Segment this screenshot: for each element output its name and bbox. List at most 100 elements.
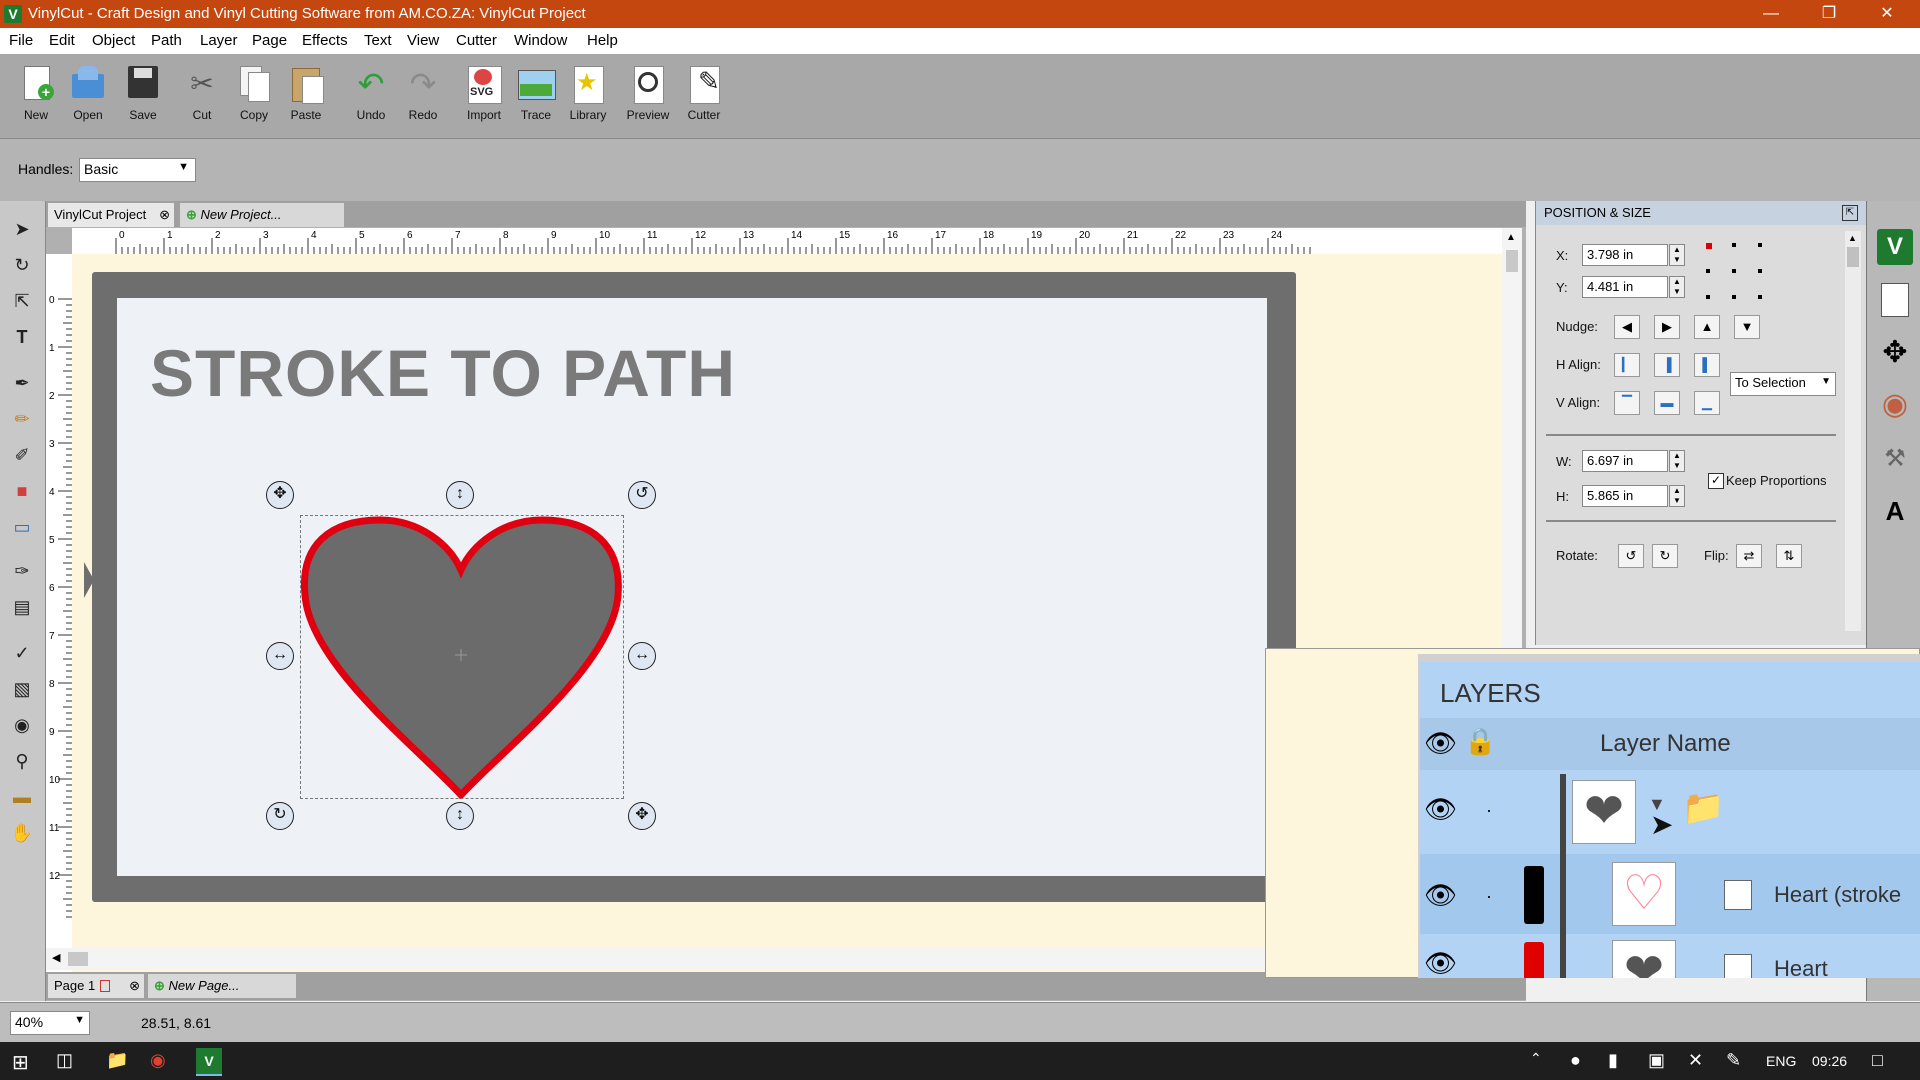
hand-pan-icon[interactable]: ✋ [8, 819, 36, 847]
eraser-icon[interactable]: ■ [8, 477, 36, 505]
copy-button[interactable]: Copy [228, 62, 280, 134]
menu-edit[interactable]: Edit [49, 32, 75, 49]
align-top-icon[interactable]: ▔ [1614, 391, 1640, 415]
close-tab-icon[interactable]: ⊗ [159, 203, 170, 227]
nudge-left-icon[interactable]: ◀ [1614, 315, 1640, 339]
y-field[interactable]: 4.481 in [1582, 276, 1668, 298]
layer-row[interactable]: 👁 · ❤ ▼ 📁 ➤ [1420, 774, 1920, 854]
nudge-up-icon[interactable]: ▲ [1694, 315, 1720, 339]
align-target-dropdown[interactable]: To Selection ▼ [1730, 372, 1836, 396]
panel-undock-icon[interactable]: ⇱ [1842, 205, 1858, 221]
nudge-down-icon[interactable]: ▼ [1734, 315, 1760, 339]
panel-scrollbar[interactable]: ▲ [1845, 231, 1861, 631]
move-transform-icon[interactable]: ✥ [1877, 335, 1913, 371]
undo-button[interactable]: ↶ Undo [345, 62, 397, 134]
menu-help[interactable]: Help [587, 32, 618, 49]
menu-effects[interactable]: Effects [302, 32, 348, 49]
node-edit-icon[interactable]: ⇱ [8, 287, 36, 315]
cutter-button[interactable]: ✎ Cutter [678, 62, 730, 134]
scroll-thumb[interactable] [68, 952, 88, 966]
scroll-left-icon[interactable]: ◀ [52, 951, 60, 964]
scale-vertical-handle-icon[interactable]: ↕ [446, 481, 474, 509]
move-handle-icon[interactable]: ✥ [266, 481, 294, 509]
volume-muted-icon[interactable]: ✕ [1688, 1050, 1703, 1071]
minimize-button[interactable]: — [1742, 0, 1800, 28]
menu-text[interactable]: Text [364, 32, 392, 49]
flip-horizontal-icon[interactable]: ⇄ [1736, 544, 1762, 568]
eye-icon[interactable]: 👁 [1424, 948, 1457, 978]
height-field[interactable]: 5.865 in [1582, 485, 1668, 507]
vinylcut-panel-icon[interactable]: V [1877, 229, 1913, 265]
align-right-icon[interactable]: ▌ [1694, 353, 1720, 377]
nudge-right-icon[interactable]: ▶ [1654, 315, 1680, 339]
chrome-icon[interactable]: ◉ [150, 1050, 166, 1071]
notifications-icon[interactable]: □ [1872, 1050, 1883, 1071]
lock-icon[interactable]: 🔒 [1464, 726, 1496, 757]
close-button[interactable]: ✕ [1858, 0, 1916, 28]
file-explorer-icon[interactable]: 📁 [106, 1050, 128, 1071]
windows-start-icon[interactable]: ⊞ [12, 1050, 29, 1075]
cut-button[interactable]: ✂ Cut [176, 62, 228, 134]
connector-icon[interactable]: ▧ [8, 675, 36, 703]
y-spinner[interactable]: ▲ ▼ [1669, 276, 1685, 298]
menu-object[interactable]: Object [92, 32, 135, 49]
eyedropper-icon[interactable]: ✑ [8, 557, 36, 585]
menu-layer[interactable]: Layer [200, 32, 238, 49]
open-button[interactable]: Open [62, 62, 114, 134]
task-view-icon[interactable]: ◫ [56, 1050, 73, 1071]
library-button[interactable]: ★ Library [562, 62, 614, 134]
tray-chevron-icon[interactable]: ⌃ [1530, 1050, 1542, 1067]
align-bottom-icon[interactable]: ▁ [1694, 391, 1720, 415]
lasso-icon[interactable]: ↻ [8, 251, 36, 279]
preview-button[interactable]: Preview [622, 62, 674, 134]
paste-button[interactable]: Paste [280, 62, 332, 134]
eye-icon[interactable]: 👁 [1424, 794, 1457, 825]
text-tool-icon[interactable]: T [8, 323, 36, 351]
restore-button[interactable]: ❐ [1800, 0, 1858, 28]
scroll-up-icon[interactable]: ▲ [1848, 233, 1857, 243]
redo-button[interactable]: ↷ Redo [397, 62, 449, 134]
menu-view[interactable]: View [407, 32, 439, 49]
canvas-heading-text[interactable]: STROKE TO PATH [150, 335, 736, 411]
scale-horizontal-handle-icon[interactable]: ↔ [628, 642, 656, 670]
layer-color-swatch[interactable] [1524, 866, 1544, 924]
trace-button[interactable]: Trace [510, 62, 562, 134]
menu-page[interactable]: Page [252, 32, 287, 49]
menu-file[interactable]: File [9, 32, 33, 49]
close-page-icon[interactable]: ⊗ [129, 974, 140, 998]
x-field[interactable]: 3.798 in [1582, 244, 1668, 266]
pencil-icon[interactable]: ✏ [8, 405, 36, 433]
import-button[interactable]: SVG Import [458, 62, 510, 134]
layer-row[interactable]: 👁 ❤ Heart [1420, 934, 1920, 978]
eye-icon[interactable]: 👁 [1424, 728, 1457, 759]
move-handle-icon[interactable]: ✥ [628, 802, 656, 830]
flip-vertical-icon[interactable]: ⇅ [1776, 544, 1802, 568]
wrench-icon[interactable]: ⚒ [1877, 441, 1913, 477]
rotate-handle-icon[interactable]: ↻ [266, 802, 294, 830]
layer-color-swatch[interactable] [1524, 942, 1544, 978]
menu-cutter[interactable]: Cutter [456, 32, 497, 49]
menu-window[interactable]: Window [514, 32, 567, 49]
align-center-h-icon[interactable]: ▐ [1654, 353, 1680, 377]
zoom-dropdown[interactable]: 40% ▼ [10, 1011, 90, 1035]
rotate-right-icon[interactable]: ↻ [1652, 544, 1678, 568]
x-spinner[interactable]: ▲ ▼ [1669, 244, 1685, 266]
weld-icon[interactable]: ◉ [8, 711, 36, 739]
knife-icon[interactable]: ✓ [8, 639, 36, 667]
scale-vertical-handle-icon[interactable]: ↕ [446, 802, 474, 830]
width-field[interactable]: 6.697 in [1582, 450, 1668, 472]
align-left-icon[interactable]: ▎ [1614, 353, 1640, 377]
scroll-thumb[interactable] [1506, 250, 1518, 272]
rectangle-tool-icon[interactable]: ▭ [8, 513, 36, 541]
battery-icon[interactable]: ▮ [1608, 1050, 1618, 1071]
layer-row[interactable]: 👁 · ♡ Heart (stroke [1420, 854, 1920, 934]
tab-new-project[interactable]: ⊕ New Project... [180, 203, 344, 227]
network-icon[interactable]: ▣ [1648, 1050, 1665, 1071]
handles-dropdown[interactable]: Basic ▼ [79, 158, 196, 182]
anchor-point-grid[interactable] [1704, 241, 1768, 305]
keep-proportions-checkbox[interactable]: ✓ [1708, 473, 1724, 489]
vinylcut-taskbar-icon[interactable]: V [196, 1048, 222, 1076]
scroll-thumb[interactable] [1847, 247, 1859, 267]
scroll-up-icon[interactable]: ▲ [1506, 232, 1516, 243]
height-spinner[interactable]: ▲ ▼ [1669, 485, 1685, 507]
